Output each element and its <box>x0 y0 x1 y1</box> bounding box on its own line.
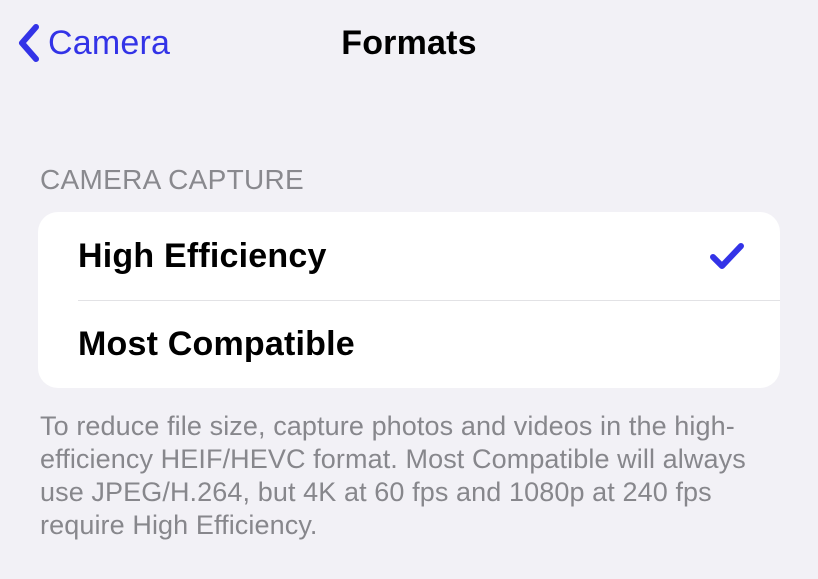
section-footer: To reduce file size, capture photos and … <box>38 410 780 542</box>
back-label: Camera <box>48 24 170 63</box>
section-header: CAMERA CAPTURE <box>38 164 780 196</box>
option-label: High Efficiency <box>78 237 327 276</box>
navbar: Camera Formats <box>0 0 818 86</box>
content: CAMERA CAPTURE High Efficiency Most Comp… <box>0 164 818 542</box>
checkmark-icon <box>710 241 744 271</box>
page-title: Formats <box>341 24 477 63</box>
option-high-efficiency[interactable]: High Efficiency <box>38 212 780 300</box>
chevron-left-icon <box>16 23 40 63</box>
back-button[interactable]: Camera <box>16 23 170 63</box>
option-most-compatible[interactable]: Most Compatible <box>38 300 780 388</box>
option-label: Most Compatible <box>78 325 355 364</box>
options-list: High Efficiency Most Compatible <box>38 212 780 388</box>
